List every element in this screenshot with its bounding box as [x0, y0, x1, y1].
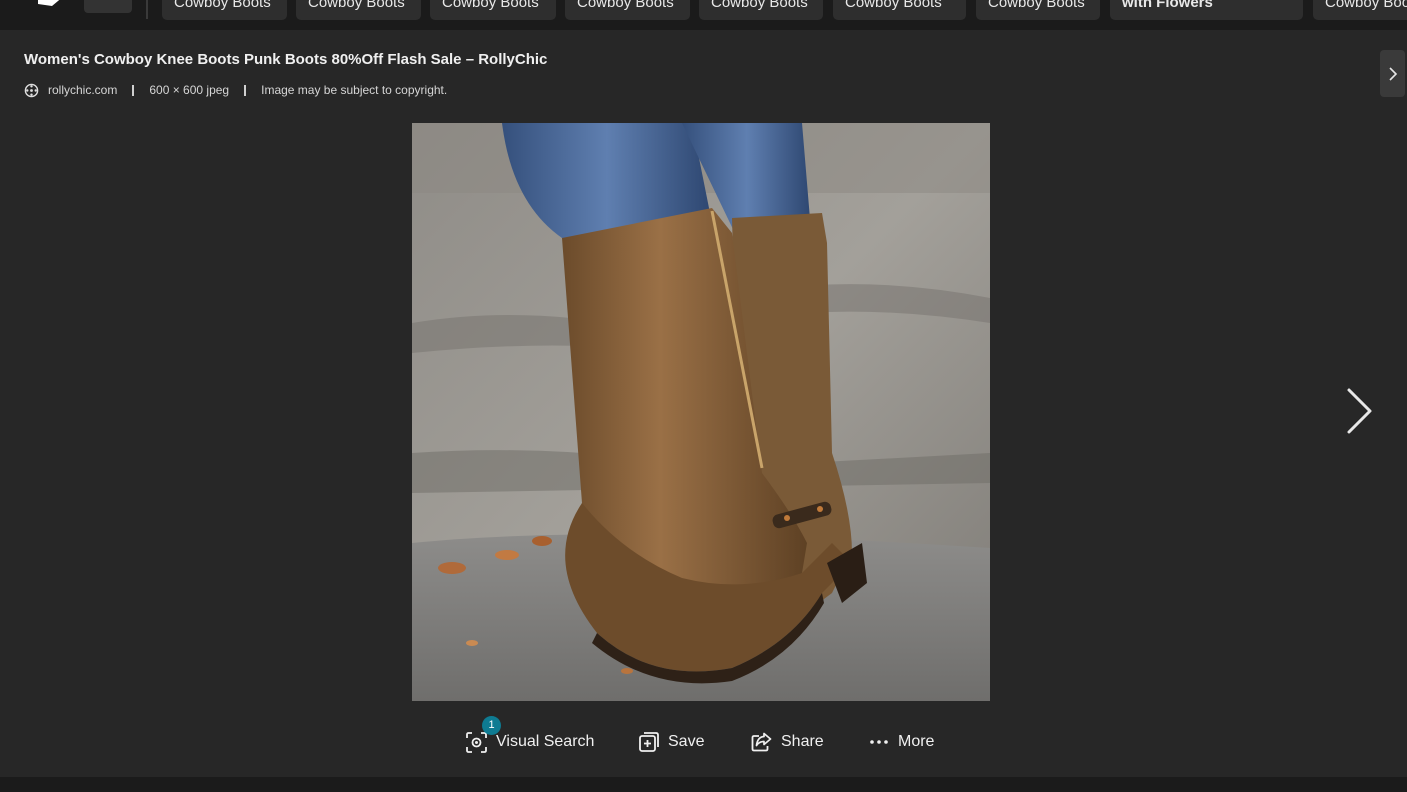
related-search-chip[interactable]: Cowboy Boo	[1313, 0, 1407, 20]
chevron-right-icon	[1347, 388, 1372, 434]
image-detail-page: Cowboy Boots Cowboy Boots Cowboy Boots C…	[0, 0, 1407, 792]
image-action-bar: Visual Search Save Share More	[0, 727, 1407, 757]
next-image-button[interactable]	[1340, 384, 1378, 438]
header-menu-button[interactable]	[84, 0, 132, 13]
related-search-chip[interactable]: Cowboy Boots	[976, 0, 1100, 20]
visual-search-icon	[466, 731, 487, 753]
bottom-strip	[0, 777, 1407, 792]
related-searches-bar: Cowboy Boots Cowboy Boots Cowboy Boots C…	[0, 0, 1407, 30]
image-dimensions: 600 × 600 jpeg	[149, 83, 230, 97]
related-search-chip[interactable]: with Flowers	[1110, 0, 1303, 20]
more-dots-icon	[870, 740, 888, 744]
visual-search-badge: 1	[482, 716, 501, 735]
bing-logo-icon[interactable]	[36, 0, 66, 8]
save-collection-icon	[639, 732, 659, 752]
more-label: More	[898, 733, 935, 750]
more-button[interactable]: More	[869, 727, 934, 757]
meta-separator	[244, 84, 247, 96]
related-search-chip[interactable]: Cowboy Boots	[430, 0, 556, 20]
visual-search-label: Visual Search	[496, 733, 595, 750]
save-label: Save	[668, 733, 705, 750]
related-search-chip[interactable]: Cowboy Boots	[833, 0, 966, 20]
globe-icon	[24, 83, 39, 97]
main-image[interactable]	[412, 123, 990, 701]
boots-photo	[412, 123, 990, 701]
expand-side-panel-button[interactable]	[1380, 50, 1405, 97]
source-domain-link[interactable]: rollychic.com	[48, 83, 117, 97]
image-title[interactable]: Women's Cowboy Knee Boots Punk Boots 80%…	[24, 51, 547, 68]
share-icon	[751, 732, 772, 752]
meta-separator	[132, 84, 135, 96]
share-label: Share	[781, 733, 824, 750]
chevron-right-icon	[1388, 66, 1397, 81]
related-search-chip[interactable]: Cowboy Boots	[162, 0, 287, 20]
related-search-chip[interactable]: Cowboy Boots	[296, 0, 421, 20]
related-search-chip[interactable]: Cowboy Boots	[699, 0, 823, 20]
save-button[interactable]: Save	[639, 727, 704, 757]
related-search-chip[interactable]: Cowboy Boots	[565, 0, 690, 20]
image-detail-panel: Women's Cowboy Knee Boots Punk Boots 80%…	[0, 30, 1407, 777]
header-divider	[146, 0, 148, 19]
copyright-notice: Image may be subject to copyright.	[261, 83, 448, 97]
image-meta: rollychic.com 600 × 600 jpeg Image may b…	[24, 81, 447, 99]
share-button[interactable]: Share	[751, 727, 824, 757]
